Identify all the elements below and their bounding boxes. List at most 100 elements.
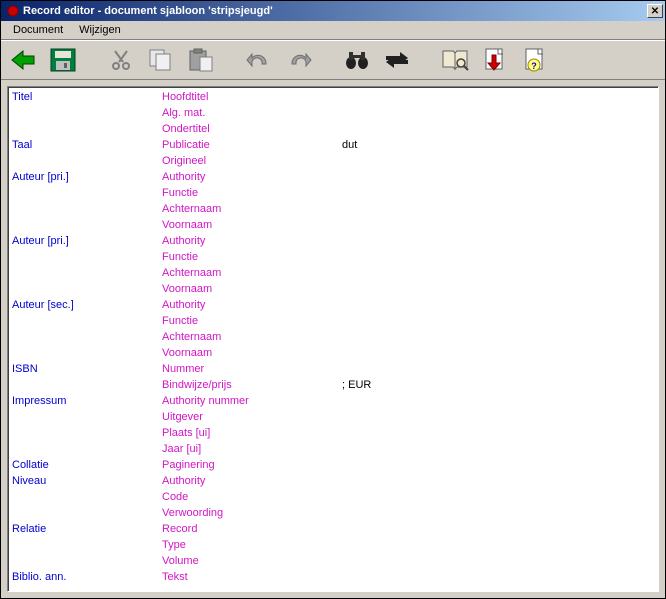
paste-button[interactable]: [185, 44, 217, 76]
field-group-label: Niveau: [12, 475, 162, 487]
field-row[interactable]: Biblio. ann.Tekst: [12, 569, 654, 585]
field-row[interactable]: Functie: [12, 313, 654, 329]
swap-button[interactable]: [381, 44, 413, 76]
field-name: Uitgever: [162, 411, 342, 423]
book-search-button[interactable]: [439, 44, 471, 76]
doc-arrow-icon: [482, 47, 508, 73]
field-name: Authority nummer: [162, 395, 342, 407]
field-name: Code: [162, 491, 342, 503]
field-row[interactable]: Achternaam: [12, 265, 654, 281]
save-button[interactable]: [47, 44, 79, 76]
field-row[interactable]: Functie: [12, 249, 654, 265]
field-name: Voornaam: [162, 219, 342, 231]
arrow-left-icon: [10, 49, 36, 71]
field-name: Type: [162, 539, 342, 551]
scissors-icon: [109, 48, 133, 72]
field-row[interactable]: TaalPublicatiedut: [12, 137, 654, 153]
field-group-label: Taal: [12, 139, 162, 151]
field-name: Authority: [162, 171, 342, 183]
field-row[interactable]: Auteur [pri.]Authority: [12, 169, 654, 185]
undo-icon: [246, 50, 272, 70]
doc-help-icon: ?: [522, 47, 548, 73]
field-name: Authority: [162, 299, 342, 311]
field-group-label: Auteur [sec.]: [12, 299, 162, 311]
menu-wijzigen[interactable]: Wijzigen: [71, 22, 129, 38]
field-row[interactable]: Origineel: [12, 153, 654, 169]
field-name: Achternaam: [162, 331, 342, 343]
field-group-label: Impressum: [12, 395, 162, 407]
cut-button[interactable]: [105, 44, 137, 76]
field-row[interactable]: Achternaam: [12, 201, 654, 217]
paste-icon: [188, 48, 214, 72]
field-name: Authority: [162, 235, 342, 247]
field-group-label: Collatie: [12, 459, 162, 471]
close-button[interactable]: ✕: [647, 4, 663, 18]
copy-icon: [148, 48, 174, 72]
field-row[interactable]: Ondertitel: [12, 121, 654, 137]
field-name: Alg. mat.: [162, 107, 342, 119]
field-value[interactable]: dut: [342, 139, 654, 151]
field-name: Authority: [162, 475, 342, 487]
field-row[interactable]: Code: [12, 489, 654, 505]
field-row[interactable]: ImpressumAuthority nummer: [12, 393, 654, 409]
field-group-label: ISBN: [12, 363, 162, 375]
redo-button[interactable]: [283, 44, 315, 76]
field-row[interactable]: Bindwijze/prijs; EUR: [12, 377, 654, 393]
field-name: Voornaam: [162, 347, 342, 359]
field-row[interactable]: TitelHoofdtitel: [12, 89, 654, 105]
field-row[interactable]: Voornaam: [12, 281, 654, 297]
copy-button[interactable]: [145, 44, 177, 76]
field-name: Publicatie: [162, 139, 342, 151]
field-name: Ondertitel: [162, 123, 342, 135]
window-title: Record editor - document sjabloon 'strip…: [23, 5, 647, 17]
titlebar: Record editor - document sjabloon 'strip…: [1, 1, 665, 21]
field-row[interactable]: Auteur [pri.]Authority: [12, 233, 654, 249]
field-name: Volume: [162, 555, 342, 567]
menubar: Document Wijzigen: [1, 21, 665, 40]
field-row[interactable]: NiveauAuthority: [12, 473, 654, 489]
content-area: TitelHoofdtitelAlg. mat.OndertitelTaalPu…: [1, 80, 665, 598]
field-name: Plaats [ui]: [162, 427, 342, 439]
toolbar: ?: [1, 40, 665, 80]
field-name: Achternaam: [162, 203, 342, 215]
field-row[interactable]: Plaats [ui]: [12, 425, 654, 441]
record-editor-window: Record editor - document sjabloon 'strip…: [0, 0, 666, 599]
field-row[interactable]: Verwoording: [12, 505, 654, 521]
field-name: Voornaam: [162, 283, 342, 295]
field-row[interactable]: Jaar [ui]: [12, 441, 654, 457]
field-name: Nummer: [162, 363, 342, 375]
export-doc-button[interactable]: [479, 44, 511, 76]
field-name: Verwoording: [162, 507, 342, 519]
field-name: Functie: [162, 187, 342, 199]
field-group-label: Relatie: [12, 523, 162, 535]
floppy-icon: [50, 48, 76, 72]
field-row[interactable]: Type: [12, 537, 654, 553]
field-name: Functie: [162, 315, 342, 327]
field-row[interactable]: CollatiePaginering: [12, 457, 654, 473]
field-group-label: Titel: [12, 91, 162, 103]
svg-text:?: ?: [531, 61, 537, 71]
field-value[interactable]: ; EUR: [342, 379, 654, 391]
field-row[interactable]: Alg. mat.: [12, 105, 654, 121]
field-row[interactable]: Functie: [12, 185, 654, 201]
field-name: Functie: [162, 251, 342, 263]
field-name: Jaar [ui]: [162, 443, 342, 455]
field-row[interactable]: Voornaam: [12, 217, 654, 233]
help-button[interactable]: ?: [519, 44, 551, 76]
app-icon: [6, 4, 20, 18]
field-row[interactable]: Achternaam: [12, 329, 654, 345]
record-fields[interactable]: TitelHoofdtitelAlg. mat.OndertitelTaalPu…: [7, 86, 659, 592]
field-name: Achternaam: [162, 267, 342, 279]
field-row[interactable]: Auteur [sec.]Authority: [12, 297, 654, 313]
field-name: Bindwijze/prijs: [162, 379, 342, 391]
menu-document[interactable]: Document: [5, 22, 71, 38]
field-row[interactable]: Voornaam: [12, 345, 654, 361]
find-button[interactable]: [341, 44, 373, 76]
field-row[interactable]: ISBNNummer: [12, 361, 654, 377]
field-row[interactable]: Uitgever: [12, 409, 654, 425]
field-name: Hoofdtitel: [162, 91, 342, 103]
undo-button[interactable]: [243, 44, 275, 76]
back-button[interactable]: [7, 44, 39, 76]
field-row[interactable]: Volume: [12, 553, 654, 569]
field-row[interactable]: RelatieRecord: [12, 521, 654, 537]
